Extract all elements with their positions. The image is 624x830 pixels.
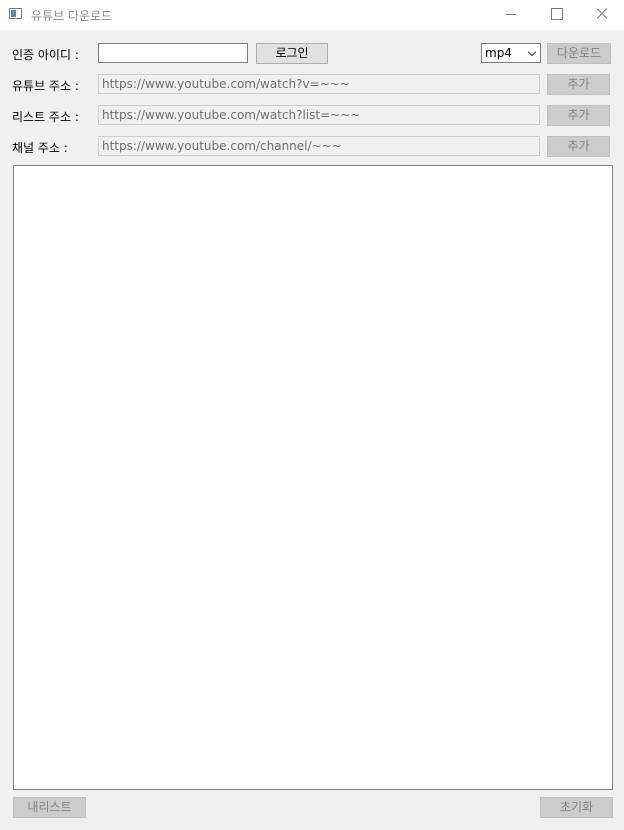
minimize-icon[interactable] [488, 0, 534, 30]
download-button[interactable]: 다운로드 [547, 43, 611, 64]
close-icon[interactable] [578, 0, 624, 30]
window-title: 유튜브 다운로드 [31, 9, 113, 23]
video-url-input[interactable]: https://www.youtube.com/watch?v=~~~ [98, 74, 540, 94]
maximize-icon[interactable] [534, 0, 580, 30]
chevron-down-icon [527, 47, 537, 57]
title-bar: 유튜브 다운로드 [0, 0, 624, 30]
list-url-input[interactable]: https://www.youtube.com/watch?list=~~~ [98, 105, 540, 125]
channel-add-button[interactable]: 추가 [547, 136, 610, 157]
download-list[interactable] [13, 165, 613, 790]
my-list-button[interactable]: 내리스트 [13, 797, 86, 818]
video-add-button[interactable]: 추가 [547, 74, 610, 95]
video-url-label: 유튜브 주소 : [12, 79, 79, 93]
channel-url-label: 채널 주소 : [12, 141, 68, 155]
list-url-label: 리스트 주소 : [12, 110, 79, 124]
channel-url-input[interactable]: https://www.youtube.com/channel/~~~ [98, 136, 540, 156]
app-window-icon [9, 8, 22, 19]
reset-button[interactable]: 초기화 [540, 797, 613, 818]
list-add-button[interactable]: 추가 [547, 105, 610, 126]
auth-id-label: 인증 아이디 : [12, 48, 79, 62]
format-select[interactable]: mp4 [481, 43, 541, 63]
login-button[interactable]: 로그인 [256, 43, 328, 64]
auth-id-input[interactable] [98, 43, 248, 63]
format-select-value: mp4 [485, 46, 512, 60]
